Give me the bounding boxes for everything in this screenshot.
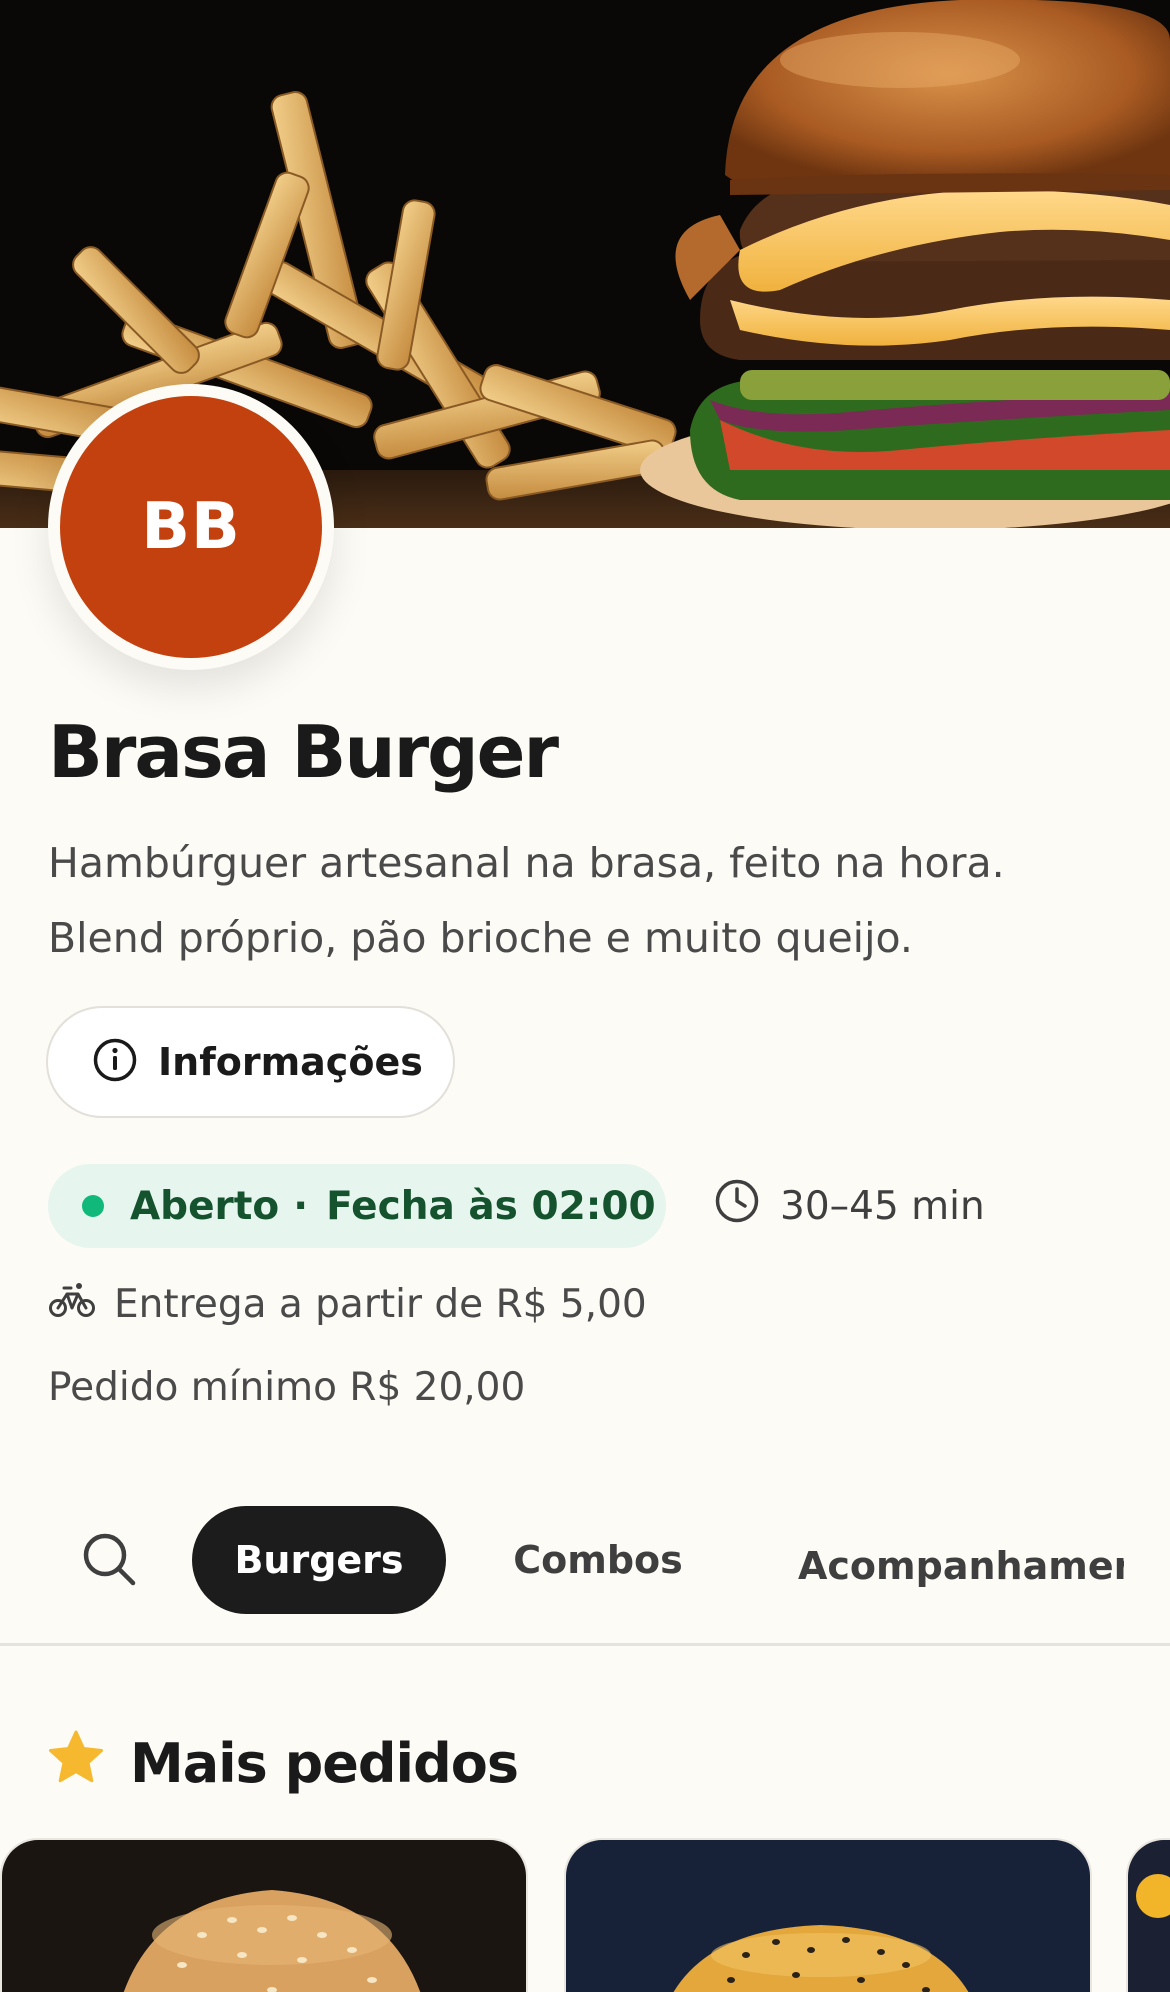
description-line-2: Blend próprio, pão brioche e muito queij… xyxy=(48,914,913,962)
delivery-fee: Entrega a partir de R$ 5,00 xyxy=(48,1276,647,1332)
bike-icon xyxy=(48,1279,96,1329)
search-icon[interactable] xyxy=(76,1526,142,1592)
info-button-label: Informações xyxy=(158,1040,423,1084)
avatar-initials: BB xyxy=(60,396,322,658)
info-button[interactable]: Informações xyxy=(46,1006,455,1118)
section-title: Mais pedidos xyxy=(130,1731,519,1795)
delivery-fee-label: Entrega a partir de R$ 5,00 xyxy=(114,1281,647,1327)
open-dot-icon xyxy=(82,1195,104,1217)
store-page: BB Brasa Burger Hambúrguer artesanal na … xyxy=(0,0,1170,1992)
closes-label: Fecha às 02:00 xyxy=(326,1183,656,1229)
tab-combos[interactable]: Combos xyxy=(486,1506,710,1614)
description-line-1: Hambúrguer artesanal na brasa, feito na … xyxy=(48,839,1005,887)
category-tabs: Burgers Combos Acompanhamentos xyxy=(0,1500,1170,1646)
product-card[interactable] xyxy=(0,1838,528,1992)
product-image xyxy=(2,1840,526,1992)
product-card[interactable] xyxy=(1126,1838,1170,1992)
minimum-order: Pedido mínimo R$ 20,00 xyxy=(48,1365,526,1410)
product-image xyxy=(566,1840,1090,1992)
store-avatar: BB xyxy=(48,384,334,670)
open-label: Aberto xyxy=(130,1183,280,1229)
product-card[interactable] xyxy=(564,1838,1092,1992)
status-separator: · xyxy=(293,1183,309,1229)
tab-acompanhamentos-clip: Acompanhamentos xyxy=(798,1506,1124,1614)
clock-icon xyxy=(714,1178,760,1234)
product-image xyxy=(1128,1840,1170,1992)
open-status-badge: Aberto · Fecha às 02:00 xyxy=(48,1164,666,1248)
section-header: Mais pedidos xyxy=(48,1730,519,1797)
store-description: Hambúrguer artesanal na brasa, feito na … xyxy=(48,826,1128,976)
tab-burgers[interactable]: Burgers xyxy=(192,1506,446,1614)
store-name: Brasa Burger xyxy=(48,710,559,794)
delivery-time-label: 30–45 min xyxy=(780,1183,985,1229)
delivery-time: 30–45 min xyxy=(714,1164,985,1248)
info-icon xyxy=(92,1037,138,1088)
tab-acompanhamentos[interactable]: Acompanhamentos xyxy=(798,1512,1124,1614)
star-icon xyxy=(48,1730,104,1797)
